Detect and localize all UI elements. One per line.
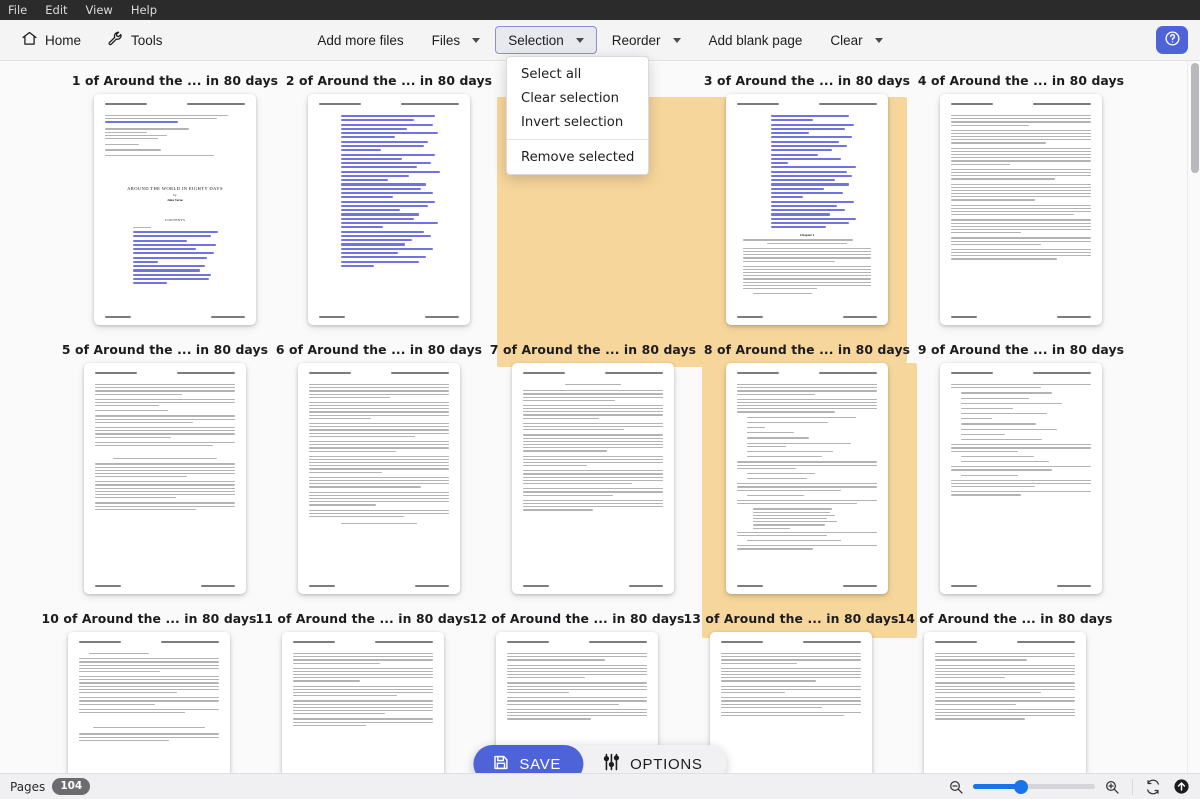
toolbar-center-group: Add more files Files Selection Reorder A… — [0, 26, 1200, 54]
zoom-slider[interactable] — [973, 784, 1095, 789]
chevron-down-icon — [576, 38, 584, 43]
page-thumbnail[interactable] — [84, 363, 246, 594]
selection-menu-label: Selection — [508, 33, 564, 48]
page-cell-10[interactable]: 10 of Around the ... in 80 days — [42, 599, 256, 773]
page-cell-5[interactable]: 5 of Around the ... in 80 days — [58, 330, 272, 594]
page-thumbnail[interactable] — [512, 363, 674, 594]
page-thumbnail[interactable] — [710, 632, 872, 773]
page-thumbnail[interactable]: Chapter I — [726, 94, 888, 325]
menu-item-remove-selected[interactable]: Remove selected — [507, 145, 648, 169]
save-button-label: SAVE — [519, 756, 561, 773]
selection-dropdown-menu: Select all Clear selection Invert select… — [506, 56, 649, 175]
menu-item-file[interactable]: File — [6, 0, 29, 20]
page-cell-1[interactable]: 1 of Around the ... in 80 days AROUND TH… — [68, 61, 282, 325]
page-label: 9 of Around the ... in 80 days — [918, 342, 1124, 357]
status-bar-right-group — [948, 778, 1200, 795]
menu-item-help[interactable]: Help — [129, 0, 159, 20]
page-label: 6 of Around the ... in 80 days — [276, 342, 482, 357]
page-cell-2[interactable]: 2 of Around the ... in 80 days — [282, 61, 496, 325]
page-cell-6[interactable]: 6 of Around the ... in 80 days — [272, 330, 486, 594]
page-label: 10 of Around the ... in 80 days — [41, 611, 256, 626]
chevron-down-icon — [875, 38, 883, 43]
page-label: 11 of Around the ... in 80 days — [255, 611, 470, 626]
arrow-up-circle-icon[interactable] — [1173, 778, 1190, 795]
menu-item-clear-selection[interactable]: Clear selection — [507, 86, 648, 110]
add-blank-page-label: Add blank page — [709, 33, 803, 48]
reorder-menu-label: Reorder — [612, 33, 661, 48]
page-thumbnail[interactable] — [940, 94, 1102, 325]
main-toolbar: Home Tools Add more files Files Selectio… — [0, 20, 1200, 61]
page-cell-4[interactable]: 4 of Around the ... in 80 days — [914, 61, 1128, 325]
chevron-down-icon — [673, 38, 681, 43]
menu-separator — [507, 139, 648, 140]
page-label: 7 of Around the ... in 80 days — [490, 342, 696, 357]
clear-menu-button[interactable]: Clear — [817, 26, 895, 54]
menu-item-invert-selection[interactable]: Invert selection — [507, 110, 648, 134]
pages-label: Pages — [10, 780, 45, 794]
page-thumbnail[interactable] — [726, 363, 888, 594]
page-thumbnail[interactable] — [940, 363, 1102, 594]
thumbnail-row: 5 of Around the ... in 80 days — [0, 330, 1200, 594]
page-label: 3 of Around the ... in 80 days — [704, 73, 910, 88]
page-thumbnail[interactable] — [68, 632, 230, 773]
page-cell-9[interactable]: 9 of Around the ... in 80 days — [914, 330, 1128, 594]
page-label: 2 of Around the ... in 80 days — [286, 73, 492, 88]
reorder-menu-button[interactable]: Reorder — [599, 26, 694, 54]
add-more-files-label: Add more files — [317, 33, 403, 48]
zoom-control — [948, 779, 1120, 795]
page-thumbnail[interactable] — [924, 632, 1086, 773]
page-label: 13 of Around the ... in 80 days — [683, 611, 898, 626]
zoom-in-icon[interactable] — [1104, 779, 1120, 795]
page-label: 14 of Around the ... in 80 days — [897, 611, 1112, 626]
scrollbar-thumb[interactable] — [1191, 63, 1199, 173]
page-thumbnail[interactable] — [308, 94, 470, 325]
files-menu-label: Files — [432, 33, 461, 48]
page-cell-8[interactable]: 8 of Around the ... in 80 days — [700, 330, 914, 594]
status-bar: Pages 104 — [0, 773, 1200, 799]
doc-author-text: Jules Verne — [105, 198, 245, 202]
page-cell-3[interactable]: 3 of Around the ... in 80 days — [700, 61, 914, 325]
page-thumbnail[interactable] — [298, 363, 460, 594]
zoom-slider-handle[interactable] — [1014, 780, 1028, 794]
menu-item-edit[interactable]: Edit — [43, 0, 69, 20]
doc-by-text: by — [105, 193, 245, 197]
clear-menu-label: Clear — [830, 33, 862, 48]
add-more-files-button[interactable]: Add more files — [304, 26, 416, 54]
page-label: 8 of Around the ... in 80 days — [704, 342, 910, 357]
page-label: 1 of Around the ... in 80 days — [72, 73, 278, 88]
menu-bar: File Edit View Help — [0, 0, 1200, 20]
page-label: 12 of Around the ... in 80 days — [469, 611, 684, 626]
add-blank-page-button[interactable]: Add blank page — [696, 26, 816, 54]
zoom-slider-fill — [973, 784, 1021, 789]
menu-item-select-all[interactable]: Select all — [507, 62, 648, 86]
doc-title-text: AROUND THE WORLD IN EIGHTY DAYS — [105, 186, 245, 191]
pages-count-badge: 104 — [52, 778, 90, 794]
page-cell-14[interactable]: 14 of Around the ... in 80 days — [898, 599, 1112, 773]
contents-heading: CONTENTS — [105, 218, 245, 222]
files-menu-button[interactable]: Files — [419, 26, 494, 54]
vertical-scrollbar[interactable] — [1187, 61, 1200, 773]
status-bar-divider — [1132, 779, 1133, 795]
page-label: 4 of Around the ... in 80 days — [918, 73, 1124, 88]
refresh-icon[interactable] — [1145, 779, 1161, 795]
selection-menu-button[interactable]: Selection — [495, 26, 597, 54]
page-thumbnail[interactable] — [282, 632, 444, 773]
page-cell-11[interactable]: 11 of Around the ... in 80 days — [256, 599, 470, 773]
pages-counter: Pages 104 — [0, 778, 90, 794]
options-button-label: OPTIONS — [630, 756, 702, 773]
page-cell-7[interactable]: 7 of Around the ... in 80 days — [486, 330, 700, 594]
page-label: 5 of Around the ... in 80 days — [62, 342, 268, 357]
chevron-down-icon — [472, 38, 480, 43]
chapter-heading: Chapter I — [737, 233, 877, 237]
page-thumbnail[interactable]: AROUND THE WORLD IN EIGHTY DAYS by Jules… — [94, 94, 256, 325]
zoom-out-icon[interactable] — [948, 779, 964, 795]
menu-item-view[interactable]: View — [84, 0, 115, 20]
